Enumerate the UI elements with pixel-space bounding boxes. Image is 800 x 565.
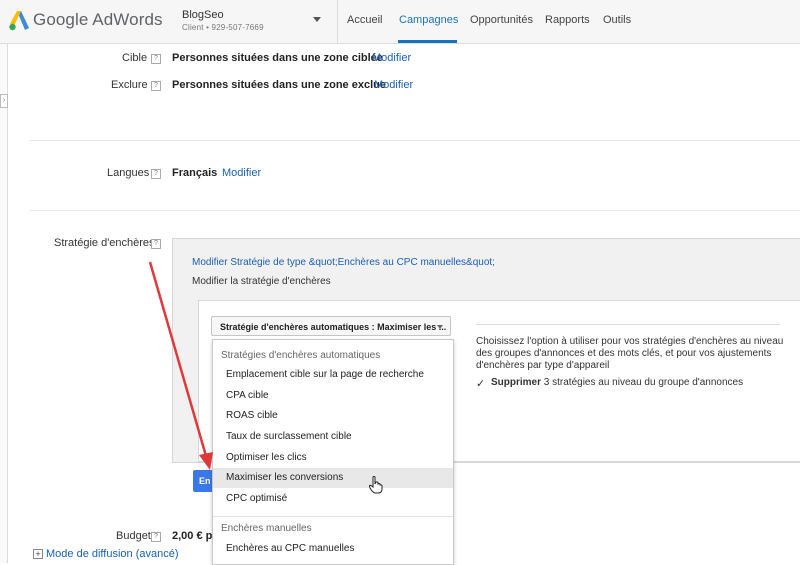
hand-cursor-icon <box>369 476 383 494</box>
top-bar: Google AdWords BlogSeo Client • 929-507-… <box>0 0 800 44</box>
langues-label: Langues <box>107 167 150 179</box>
help-icon[interactable]: ? <box>151 54 161 64</box>
help-icon[interactable]: ? <box>151 239 161 249</box>
exclure-modify-link[interactable]: Modifier <box>374 79 413 91</box>
menu-item[interactable]: Taux de surclassement cible <box>213 427 453 447</box>
nav-rapports[interactable]: Rapports <box>545 14 590 26</box>
remove-detail: 3 stratégies au niveau du groupe d'annon… <box>543 377 744 388</box>
help-icon[interactable]: ? <box>151 532 161 542</box>
menu-item[interactable]: CPC optimisé <box>213 489 453 509</box>
plus-icon[interactable]: + <box>33 549 43 559</box>
langues-modify-link[interactable]: Modifier <box>222 167 261 179</box>
side-collapse-strip: › <box>0 44 8 563</box>
account-id: Client • 929-507-7669 <box>182 23 264 32</box>
chevron-down-icon[interactable] <box>437 325 443 329</box>
budget-label: Budget <box>116 530 151 542</box>
nav-accueil[interactable]: Accueil <box>347 14 382 26</box>
langues-value: Français <box>172 167 218 179</box>
divider <box>30 210 800 211</box>
strategy-description: Choisissez l'option à utiliser pour vos … <box>476 336 784 371</box>
divider <box>337 0 338 43</box>
strategie-label: Stratégie d'enchères <box>54 237 155 249</box>
account-switcher[interactable]: BlogSeo Client • 929-507-7669 <box>182 9 264 32</box>
nav-outils[interactable]: Outils <box>603 14 631 26</box>
nav-campagnes[interactable]: Campagnes <box>399 14 458 26</box>
cible-modify-link[interactable]: Modifier <box>372 52 411 64</box>
menu-item[interactable]: Enchères au CPC manuelles <box>213 539 453 559</box>
menu-item-maximize-conversions[interactable]: Maximiser les conversions <box>213 468 453 488</box>
check-icon: ✓ <box>476 378 486 390</box>
strategy-dropdown[interactable]: Stratégie d'enchères automatiques : Maxi… <box>211 316 451 336</box>
help-icon[interactable]: ? <box>151 169 161 179</box>
brand-name[interactable]: Google AdWords <box>33 10 163 30</box>
collapse-toggle[interactable]: › <box>0 94 8 108</box>
adwords-logo-icon[interactable] <box>8 9 30 31</box>
chevron-down-icon[interactable] <box>313 17 321 22</box>
menu-group-manual: Enchères manuelles <box>221 523 312 534</box>
menu-item[interactable]: Emplacement cible sur la page de recherc… <box>213 365 453 385</box>
delivery-mode-link[interactable]: Mode de diffusion (avancé) <box>46 548 179 560</box>
active-tab-indicator <box>398 40 457 43</box>
remove-label: Supprimer <box>491 377 542 388</box>
exclure-value: Personnes situées dans une zone exclue <box>172 79 386 91</box>
exclure-label: Exclure <box>111 79 148 91</box>
strategy-menu: Stratégies d'enchères automatiques Empla… <box>212 339 454 565</box>
menu-group-auto: Stratégies d'enchères automatiques <box>221 350 381 361</box>
cible-value: Personnes situées dans une zone ciblée <box>172 52 383 64</box>
help-icon[interactable]: ? <box>151 81 161 91</box>
divider <box>213 516 453 517</box>
modify-strategy-link[interactable]: Modifier Stratégie de type &quot;Enchère… <box>192 257 495 268</box>
remove-strategies-note: Supprimer 3 stratégies au niveau du grou… <box>491 377 743 388</box>
nav-opportunites[interactable]: Opportunités <box>470 14 533 26</box>
divider <box>476 324 780 325</box>
cible-label: Cible <box>122 52 148 64</box>
divider <box>30 140 800 141</box>
menu-item[interactable]: Optimiser les clics <box>213 448 453 468</box>
panel-subtitle: Modifier la stratégie d'enchères <box>192 276 331 287</box>
account-name: BlogSeo <box>182 9 224 21</box>
menu-item[interactable]: CPA cible <box>213 386 453 406</box>
menu-item[interactable]: ROAS cible <box>213 406 453 426</box>
